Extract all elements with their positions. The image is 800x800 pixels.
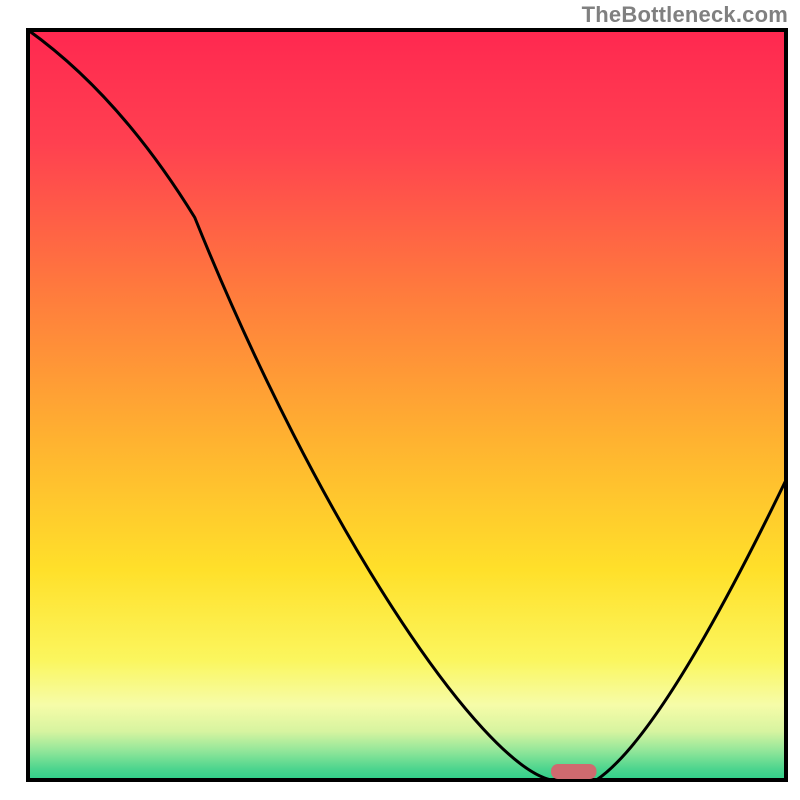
bottleneck-chart: [0, 0, 800, 800]
plot-area: [28, 30, 786, 780]
optimal-marker: [551, 764, 596, 779]
